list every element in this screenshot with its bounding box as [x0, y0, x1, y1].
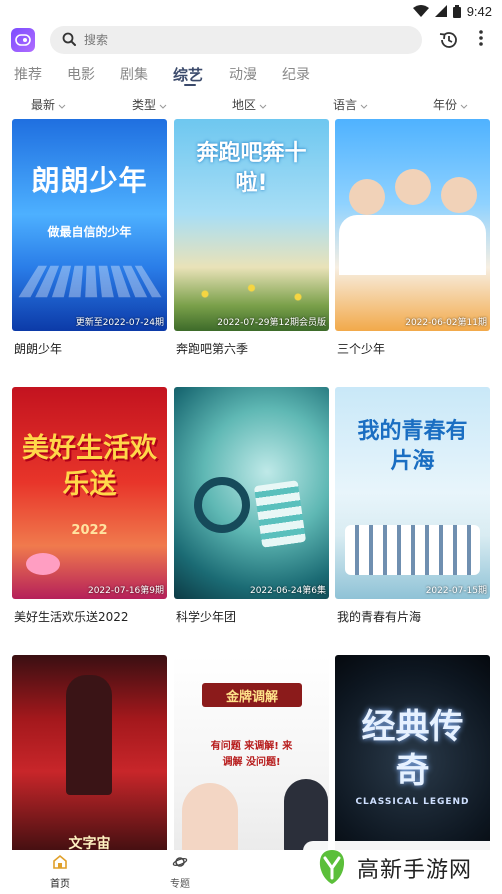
show-poster[interactable]: 2022-06-24第6集: [174, 387, 329, 599]
person-figure: [349, 179, 385, 215]
search-box[interactable]: [50, 26, 422, 54]
poster-title: 奔跑吧奔十啦!: [196, 141, 307, 196]
update-date: 2022-07-29第12期会员版: [217, 318, 326, 328]
poster-subtitle: 有问题 来调解! 来调解 没问题!: [210, 741, 293, 768]
show-poster[interactable]: 文字宙: [12, 655, 167, 867]
filter-label: 年份: [433, 98, 458, 112]
flower-field: [174, 279, 329, 309]
tab-series[interactable]: 剧集: [120, 64, 173, 86]
search-input[interactable]: [84, 33, 384, 47]
poster-title: 金牌调解: [225, 690, 278, 705]
history-icon: [438, 32, 460, 55]
poster-subtitle: 做最自信的少年: [47, 225, 132, 239]
person-figure: [441, 177, 477, 213]
show-poster[interactable]: 朗朗少年 做最自信的少年 更新至2022-07-24期: [12, 119, 167, 331]
poster-title: 朗朗少年: [31, 164, 148, 197]
show-poster[interactable]: 经典传奇 CLASSICAL LEGEND: [335, 655, 490, 867]
poster-title-box: 金牌调解: [202, 683, 302, 707]
filter-language[interactable]: 语言: [333, 96, 368, 113]
update-date: 2022-06-24第6集: [249, 586, 326, 596]
show-poster[interactable]: 我的青春有片海 2022-07-15期: [335, 387, 490, 599]
battery-icon: [452, 4, 461, 18]
chevron-down-icon: [460, 98, 468, 112]
search-icon: [62, 31, 76, 50]
watermark-logo-icon: [315, 846, 349, 890]
nav-label: 首页: [50, 879, 70, 890]
filter-label: 语言: [333, 98, 358, 112]
home-icon: [52, 854, 68, 873]
site-watermark: 高新手游网: [303, 841, 502, 894]
status-bar: 9:42: [0, 0, 502, 22]
nav-topics[interactable]: 专题: [120, 850, 240, 894]
donut-graphic: [26, 553, 60, 575]
filter-latest[interactable]: 最新: [31, 96, 66, 113]
wifi-icon: [412, 5, 429, 17]
poster-subtitle: CLASSICAL LEGEND: [355, 797, 470, 807]
filter-year[interactable]: 年份: [433, 96, 468, 113]
show-poster[interactable]: 奔跑吧奔十啦! 2022-07-29第12期会员版: [174, 119, 329, 331]
update-date: 2022-07-15期: [425, 586, 487, 596]
person-figure: [395, 169, 431, 205]
update-date: 更新至2022-07-24期: [75, 318, 164, 328]
tab-movies[interactable]: 电影: [67, 64, 120, 86]
show-title[interactable]: 奔跑吧第六季: [176, 340, 248, 357]
status-time: 9:42: [466, 3, 492, 19]
figure-silhouette: [66, 675, 112, 795]
chevron-down-icon: [159, 98, 167, 112]
film-reel-graphic: [194, 477, 250, 533]
filter-label: 类型: [132, 98, 157, 112]
nav-label: 专题: [170, 879, 190, 890]
show-title[interactable]: 我的青春有片海: [337, 608, 421, 625]
stage-graphic: [18, 265, 162, 298]
group-photo: [345, 525, 480, 575]
filter-label: 地区: [232, 98, 257, 112]
chevron-down-icon: [58, 98, 66, 112]
filter-region[interactable]: 地区: [232, 96, 267, 113]
show-title[interactable]: 三个少年: [337, 340, 385, 357]
chevron-down-icon: [360, 98, 368, 112]
chevron-down-icon: [259, 98, 267, 112]
signal-icon: [434, 5, 447, 17]
show-title[interactable]: 朗朗少年: [14, 340, 62, 357]
nav-home[interactable]: 首页: [0, 850, 120, 894]
poster-title: 我的青春有片海: [357, 419, 468, 474]
top-bar: [0, 24, 502, 58]
show-title[interactable]: 科学少年团: [176, 608, 236, 625]
filter-label: 最新: [31, 98, 56, 112]
shirts-graphic: [339, 215, 486, 275]
tab-recommend[interactable]: 推荐: [14, 64, 67, 86]
show-poster[interactable]: 美好生活欢乐送 2022 2022-07-16第9期: [12, 387, 167, 599]
more-vertical-icon: [479, 30, 483, 50]
update-date: 2022-07-16第9期: [87, 586, 164, 596]
history-button[interactable]: [438, 29, 460, 51]
more-menu-button[interactable]: [472, 29, 490, 51]
planet-icon: [172, 854, 188, 873]
poster-subtitle: 2022: [71, 523, 108, 538]
watermark-text: 高新手游网: [357, 857, 473, 883]
tab-documentary[interactable]: 纪录: [282, 64, 335, 86]
popcorn-graphic: [253, 480, 307, 548]
show-poster[interactable]: 金牌调解 有问题 来调解! 来调解 没问题!: [174, 655, 329, 867]
category-tabs: 推荐 电影 剧集 综艺 动漫 纪录: [0, 64, 502, 86]
host-photo: [182, 783, 238, 853]
tab-anime[interactable]: 动漫: [229, 64, 282, 86]
filter-type[interactable]: 类型: [132, 96, 167, 113]
update-date: 2022-06-02第11期: [405, 318, 487, 328]
show-poster[interactable]: 2022-06-02第11期: [335, 119, 490, 331]
poster-title: 经典传奇: [361, 707, 464, 791]
poster-title: 美好生活欢乐送: [22, 433, 157, 500]
show-title[interactable]: 美好生活欢乐送2022: [14, 608, 129, 625]
tab-variety[interactable]: 综艺: [173, 64, 229, 86]
filter-bar: 最新 类型 地区 语言 年份: [0, 96, 502, 112]
app-logo[interactable]: [11, 28, 35, 52]
